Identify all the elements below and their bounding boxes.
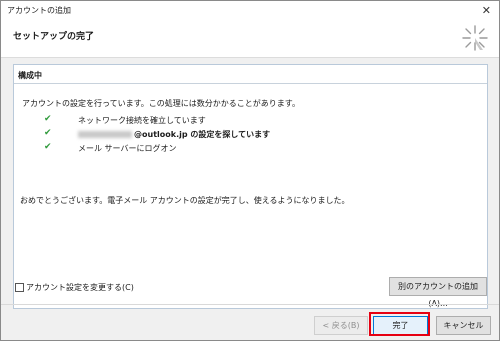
cancel-button[interactable]: キャンセル [436,316,491,335]
section-title: 構成中 [18,71,42,80]
step-label: メール サーバーにログオン [78,144,177,153]
back-button[interactable]: < 戻る(B) [314,316,368,335]
progress-panel: 構成中 アカウントの設定を行っています。この処理には数分かかることがあります。 … [13,64,488,309]
checkmark-icon: ✔ [44,128,52,138]
step-label: @outlook.jp の設定を探しています [78,129,270,140]
footer-divider [1,304,499,305]
section-header: 構成中 [14,65,487,84]
finish-highlight-box [369,312,430,336]
redacted-email [78,131,132,138]
checkbox-label[interactable]: アカウント設定を変更する(C) [26,282,134,293]
title-bar: アカウントの追加 ✕ [1,1,499,20]
page-title: セットアップの完了 [13,32,95,42]
add-account-dialog: アカウントの追加 ✕ セットアップの完了 構成中 アカウントの設定を行っています… [0,0,500,341]
sparkle-icon [462,25,488,51]
step-label-text: @outlook.jp の設定を探しています [134,130,271,139]
completion-message: おめでとうございます。電子メール アカウントの設定が完了し、使えるようになりまし… [20,196,350,205]
checkmark-icon: ✔ [44,142,52,152]
checkbox-box[interactable] [15,283,24,292]
step-label: ネットワーク接続を確立しています [78,116,206,125]
add-another-account-button[interactable]: 別のアカウントの追加(A)... [389,277,487,308]
wizard-header: セットアップの完了 [1,20,499,58]
checkmark-icon: ✔ [44,114,52,124]
window-title: アカウントの追加 [7,6,71,15]
close-icon[interactable]: ✕ [482,4,491,17]
description-text: アカウントの設定を行っています。この処理には数分かかることがあります。 [22,99,300,108]
